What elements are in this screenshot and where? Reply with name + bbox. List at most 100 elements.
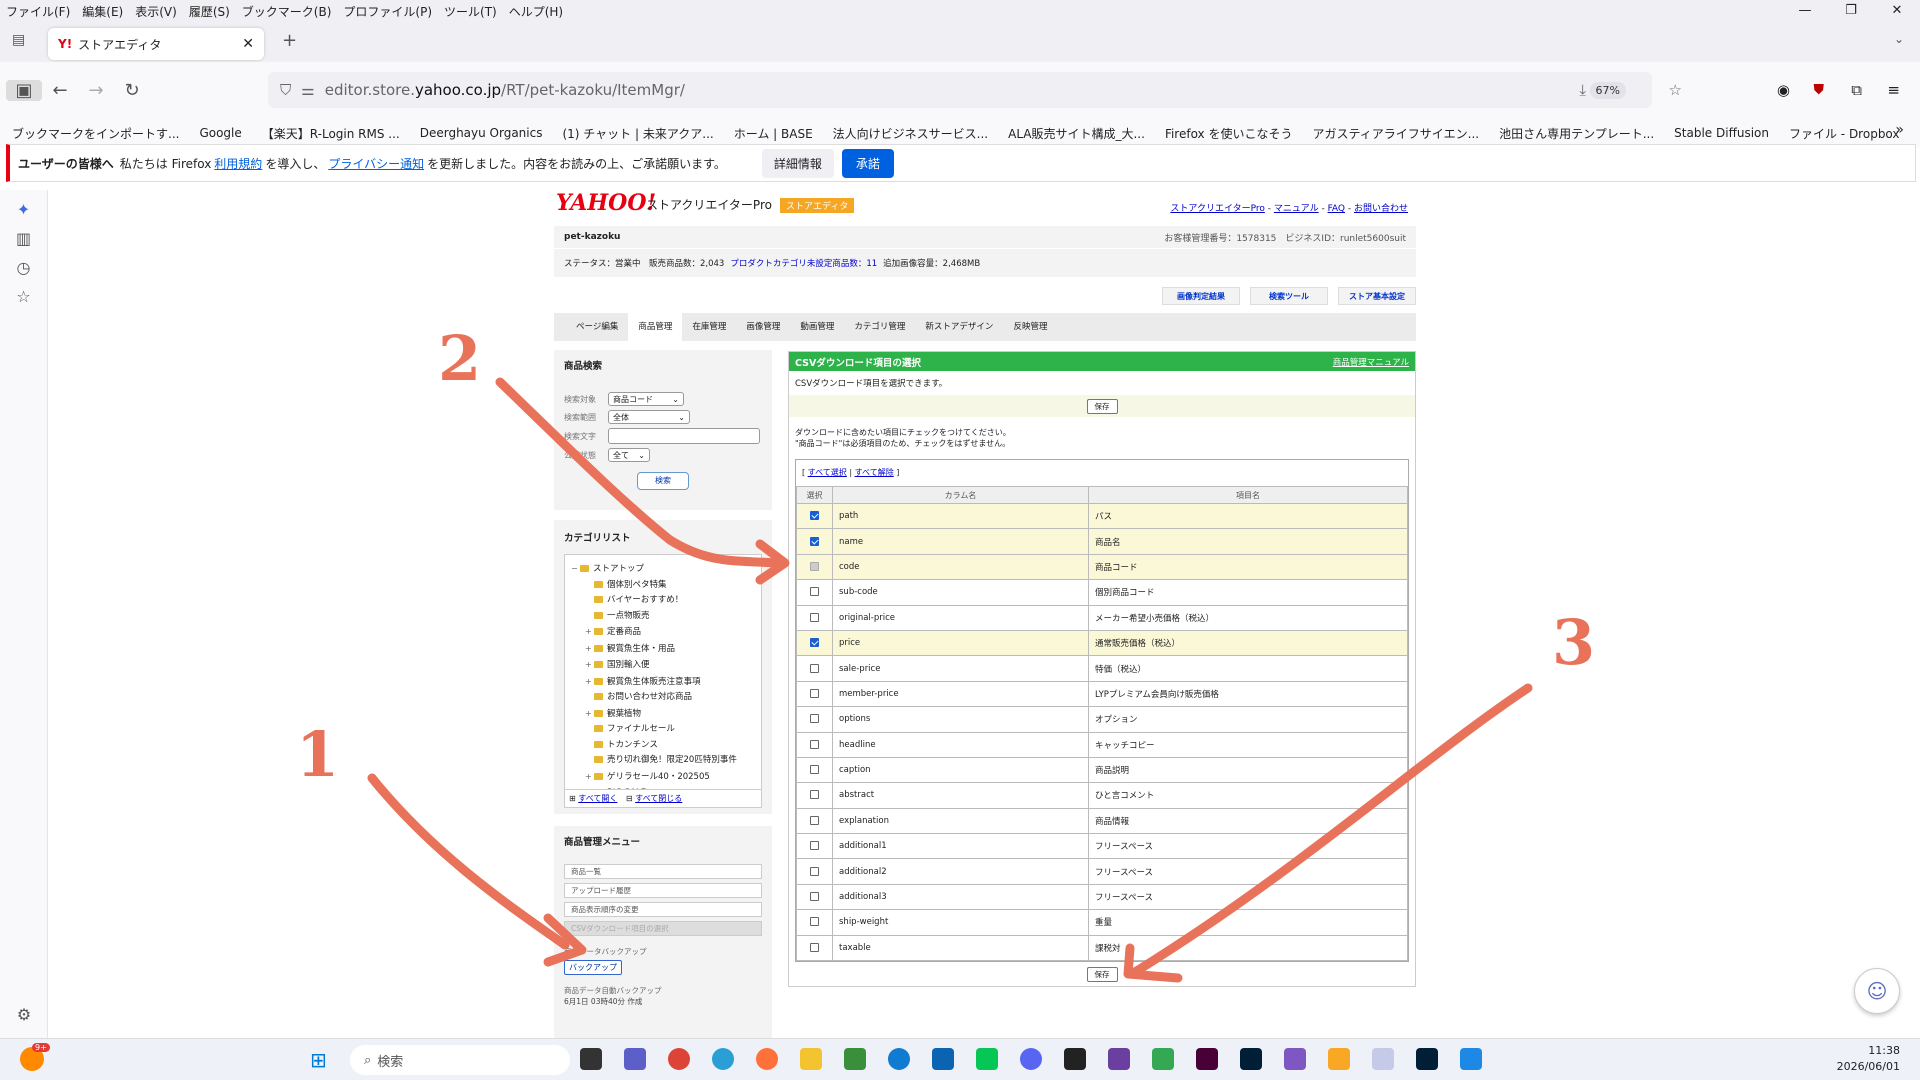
line-icon[interactable] [976, 1048, 998, 1070]
sidebar-toggle-icon[interactable]: ▣ [6, 79, 42, 101]
menu-item[interactable]: プロファイル(P) [343, 3, 432, 20]
category-item[interactable]: 売り切れ御免！限定20匹特別事件 [571, 753, 755, 769]
bookmark-item[interactable]: ファイル - Dropbox [1789, 125, 1900, 142]
bookmark-item[interactable]: 法人向けビジネスサービス... [833, 125, 988, 142]
close-tab-icon[interactable]: ✕ [242, 36, 254, 52]
top-link[interactable]: ストアクリエイターPro [1170, 204, 1264, 214]
notepad-icon[interactable] [1460, 1048, 1482, 1070]
hamburger-menu-icon[interactable]: ≡ [1887, 81, 1900, 99]
row-checkbox[interactable] [810, 815, 819, 825]
task-view-icon[interactable] [580, 1048, 602, 1070]
tab-item[interactable]: 画像管理 [736, 313, 790, 341]
lightroom-icon[interactable] [1416, 1048, 1438, 1070]
tab-item[interactable]: 新ストアデザイン [915, 313, 1003, 341]
close-window-icon[interactable]: ✕ [1874, 0, 1920, 22]
app-icon[interactable] [712, 1048, 734, 1070]
top-link[interactable]: FAQ [1328, 204, 1345, 214]
row-checkbox[interactable] [810, 942, 819, 952]
back-icon[interactable]: ← [42, 80, 78, 101]
collapse-all-link[interactable]: すべて閉じる [635, 794, 682, 803]
forward-icon[interactable]: → [78, 80, 114, 101]
category-item[interactable]: 一点物販売 [571, 609, 755, 625]
terms-link[interactable]: 利用規約 [214, 155, 262, 172]
row-checkbox[interactable] [810, 765, 819, 775]
row-checkbox[interactable] [810, 917, 819, 927]
tab-overflow-icon[interactable]: ⌄ [1894, 32, 1904, 46]
row-checkbox[interactable] [810, 841, 819, 851]
category-item[interactable]: お問い合わせ対応商品 [571, 690, 755, 706]
tab-item[interactable]: 動画管理 [790, 313, 844, 341]
category-item[interactable]: − ストアトップ [571, 561, 755, 578]
app-icon[interactable] [1284, 1048, 1306, 1070]
bookmark-star-icon[interactable]: ☆ [1669, 81, 1682, 99]
store-settings-button[interactable]: ストア基本設定 [1338, 287, 1416, 305]
extensions-icon[interactable]: ⧉ [1851, 81, 1862, 99]
menu-item[interactable]: ヘルプ(H) [509, 3, 563, 20]
menu-item[interactable]: 編集(E) [82, 3, 123, 20]
discord-icon[interactable] [1020, 1048, 1042, 1070]
bookmark-item[interactable]: Deerghayu Organics [420, 126, 543, 140]
bookmarks-overflow-icon[interactable]: » [1895, 122, 1904, 138]
new-tab-icon[interactable]: + [282, 30, 297, 51]
account-icon[interactable]: ◉ [1777, 81, 1790, 99]
menu-upload-history[interactable]: アップロード履歴 [564, 883, 762, 898]
save-button-bottom[interactable]: 保存 [1086, 966, 1118, 982]
menu-item[interactable]: 表示(V) [135, 3, 177, 20]
app-icon[interactable] [1064, 1048, 1086, 1070]
sidebar-settings-icon[interactable]: ⚙ [0, 1005, 48, 1024]
row-checkbox[interactable] [810, 892, 819, 902]
top-link[interactable]: お問い合わせ [1354, 204, 1408, 214]
windows-start-icon[interactable]: ⊞ [310, 1048, 327, 1072]
bookmarks-icon[interactable]: ☆ [0, 287, 47, 306]
row-checkbox[interactable] [810, 663, 819, 673]
restore-icon[interactable]: ❐ [1828, 0, 1874, 22]
download-icon[interactable]: ⤓ [1579, 81, 1586, 99]
menu-display-order[interactable]: 商品表示順序の変更 [564, 902, 762, 917]
row-checkbox[interactable] [810, 511, 819, 521]
row-checkbox[interactable] [810, 739, 819, 749]
explorer-icon[interactable] [800, 1048, 822, 1070]
category-item[interactable]: トカンチンス [571, 738, 755, 754]
bookmark-item[interactable]: ブックマークをインポートす... [12, 125, 179, 142]
bookmark-item[interactable]: 池田さん専用テンプレート... [1499, 125, 1654, 142]
category-item[interactable]: + 観賞魚生体・用品 [571, 641, 755, 658]
menu-item[interactable]: ファイル(F) [6, 3, 70, 20]
bookmark-item[interactable]: 【楽天】R-Login RMS ... [262, 125, 400, 142]
history-icon[interactable]: ◷ [0, 258, 47, 277]
tree-expander[interactable]: + [585, 657, 594, 673]
menu-item[interactable]: 履歴(S) [189, 3, 230, 20]
image-result-button[interactable]: 画像判定結果 [1162, 287, 1240, 305]
app-icon[interactable] [1328, 1048, 1350, 1070]
accept-button[interactable]: 承諾 [841, 148, 894, 178]
row-checkbox[interactable] [810, 790, 819, 800]
row-checkbox[interactable] [810, 587, 819, 597]
tree-expander[interactable]: + [585, 674, 594, 690]
category-item[interactable]: + 国別輸入便 [571, 657, 755, 674]
search-range-select[interactable]: 全体 ⌄ [608, 410, 690, 424]
tree-expander[interactable]: + [585, 624, 594, 640]
menu-item[interactable]: ブックマーク(B) [242, 3, 332, 20]
tab-item[interactable]: ページ編集 [566, 313, 628, 341]
menu-item[interactable]: ツール(T) [444, 3, 497, 20]
app-icon[interactable] [1372, 1048, 1394, 1070]
category-item[interactable]: + 観賞魚生体販売注意事項 [571, 674, 755, 691]
taskbar-search[interactable]: ⌕ 検索 [350, 1045, 570, 1075]
uncategorized-link[interactable]: プロダクトカテゴリ未設定商品数：11 [730, 257, 877, 269]
public-select[interactable]: 全て ⌄ [608, 448, 650, 462]
search-target-select[interactable]: 商品コード ⌄ [608, 392, 684, 406]
bookmark-item[interactable]: ALA販売サイト構成_大... [1008, 125, 1145, 142]
row-checkbox[interactable] [810, 714, 819, 724]
zoom-level[interactable]: 67% [1589, 81, 1626, 99]
row-checkbox[interactable] [810, 638, 819, 648]
row-checkbox[interactable] [810, 612, 819, 622]
menu-csv-select[interactable]: CSVダウンロード項目の選択 [564, 921, 762, 936]
dreamweaver-icon[interactable] [1196, 1048, 1218, 1070]
category-item[interactable]: バイヤーおすすめ！ [571, 593, 755, 609]
photoshop-icon[interactable] [1240, 1048, 1262, 1070]
synced-tabs-icon[interactable]: ▥ [0, 229, 47, 248]
tree-expander[interactable]: + [585, 641, 594, 657]
bookmark-item[interactable]: Firefox を使いこなそう [1165, 125, 1293, 142]
privacy-link[interactable]: プライバシー通知 [328, 155, 424, 172]
category-item[interactable]: 個体別ペタ特集 [571, 578, 755, 594]
category-item[interactable]: + ゲリラセール40・202505 [571, 769, 755, 786]
